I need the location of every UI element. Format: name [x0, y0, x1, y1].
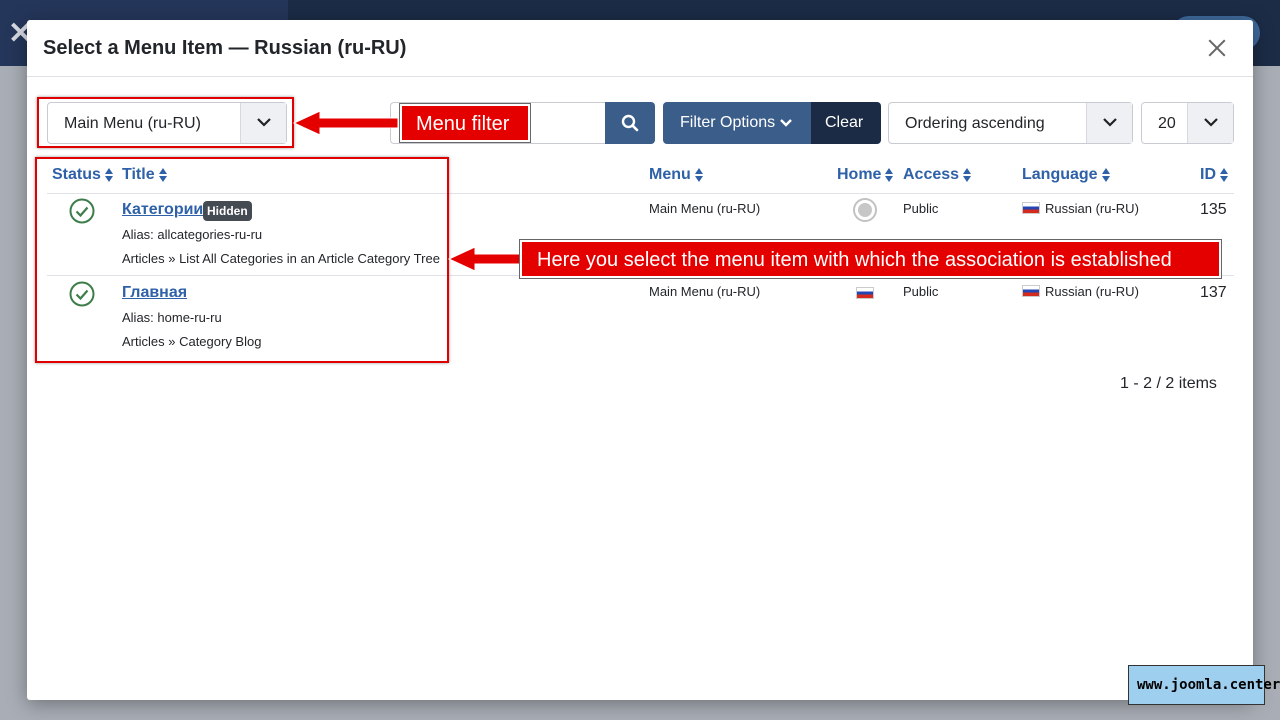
chevron-down-icon	[1086, 103, 1132, 143]
filter-options-label: Filter Options	[680, 114, 776, 131]
modal-title: Select a Menu Item — Russian (ru-RU)	[43, 37, 407, 59]
filter-options-button[interactable]: Filter Options	[663, 102, 811, 144]
column-header-home[interactable]: Home	[837, 166, 894, 184]
ru-flag-icon	[1022, 202, 1040, 214]
arrow-left-icon	[447, 246, 522, 272]
list-limit-select[interactable]: 20	[1141, 102, 1234, 144]
select-item-callout: Here you select the menu item with which…	[519, 239, 1222, 279]
chevron-down-icon	[780, 119, 792, 127]
pagination-info: 1 - 2 / 2 items	[1120, 375, 1217, 392]
sort-icon	[694, 167, 704, 182]
menu-filter-highlight	[37, 97, 294, 148]
id-cell: 137	[1200, 284, 1227, 301]
id-cell: 135	[1200, 201, 1227, 218]
close-icon[interactable]	[1203, 34, 1231, 62]
list-limit-value: 20	[1158, 115, 1176, 132]
ru-flag-icon	[856, 287, 874, 299]
search-button[interactable]	[605, 102, 655, 144]
clear-label: Clear	[825, 114, 864, 131]
menu-items-highlight	[35, 157, 449, 363]
arrow-left-icon	[292, 110, 399, 136]
language-cell: Russian (ru-RU)	[1022, 284, 1139, 299]
column-header-menu[interactable]: Menu	[649, 166, 704, 184]
watermark: www.joomla.center	[1128, 665, 1280, 705]
column-header-language[interactable]: Language	[1022, 166, 1111, 184]
language-cell: Russian (ru-RU)	[1022, 201, 1139, 216]
chevron-down-icon	[1187, 103, 1233, 143]
menu-cell: Main Menu (ru-RU)	[649, 201, 761, 216]
column-header-access[interactable]: Access	[903, 166, 972, 184]
sort-icon	[1101, 167, 1111, 182]
access-cell: Public	[903, 201, 939, 216]
sort-icon	[885, 167, 894, 182]
menu-cell: Main Menu (ru-RU)	[649, 284, 761, 299]
sort-icon	[963, 167, 972, 182]
column-header-id[interactable]: ID	[1200, 166, 1229, 184]
modal-header: Select a Menu Item — Russian (ru-RU)	[27, 20, 1253, 77]
sort-icon	[1220, 167, 1229, 182]
search-icon	[621, 114, 639, 132]
access-cell: Public	[903, 284, 939, 299]
menu-filter-callout: Menu filter	[399, 103, 531, 143]
ordering-select[interactable]: Ordering ascending	[888, 102, 1133, 144]
home-not-default-icon	[853, 198, 877, 222]
clear-button[interactable]: Clear	[811, 102, 881, 144]
ordering-value: Ordering ascending	[905, 115, 1045, 132]
ru-flag-icon	[1022, 285, 1040, 297]
